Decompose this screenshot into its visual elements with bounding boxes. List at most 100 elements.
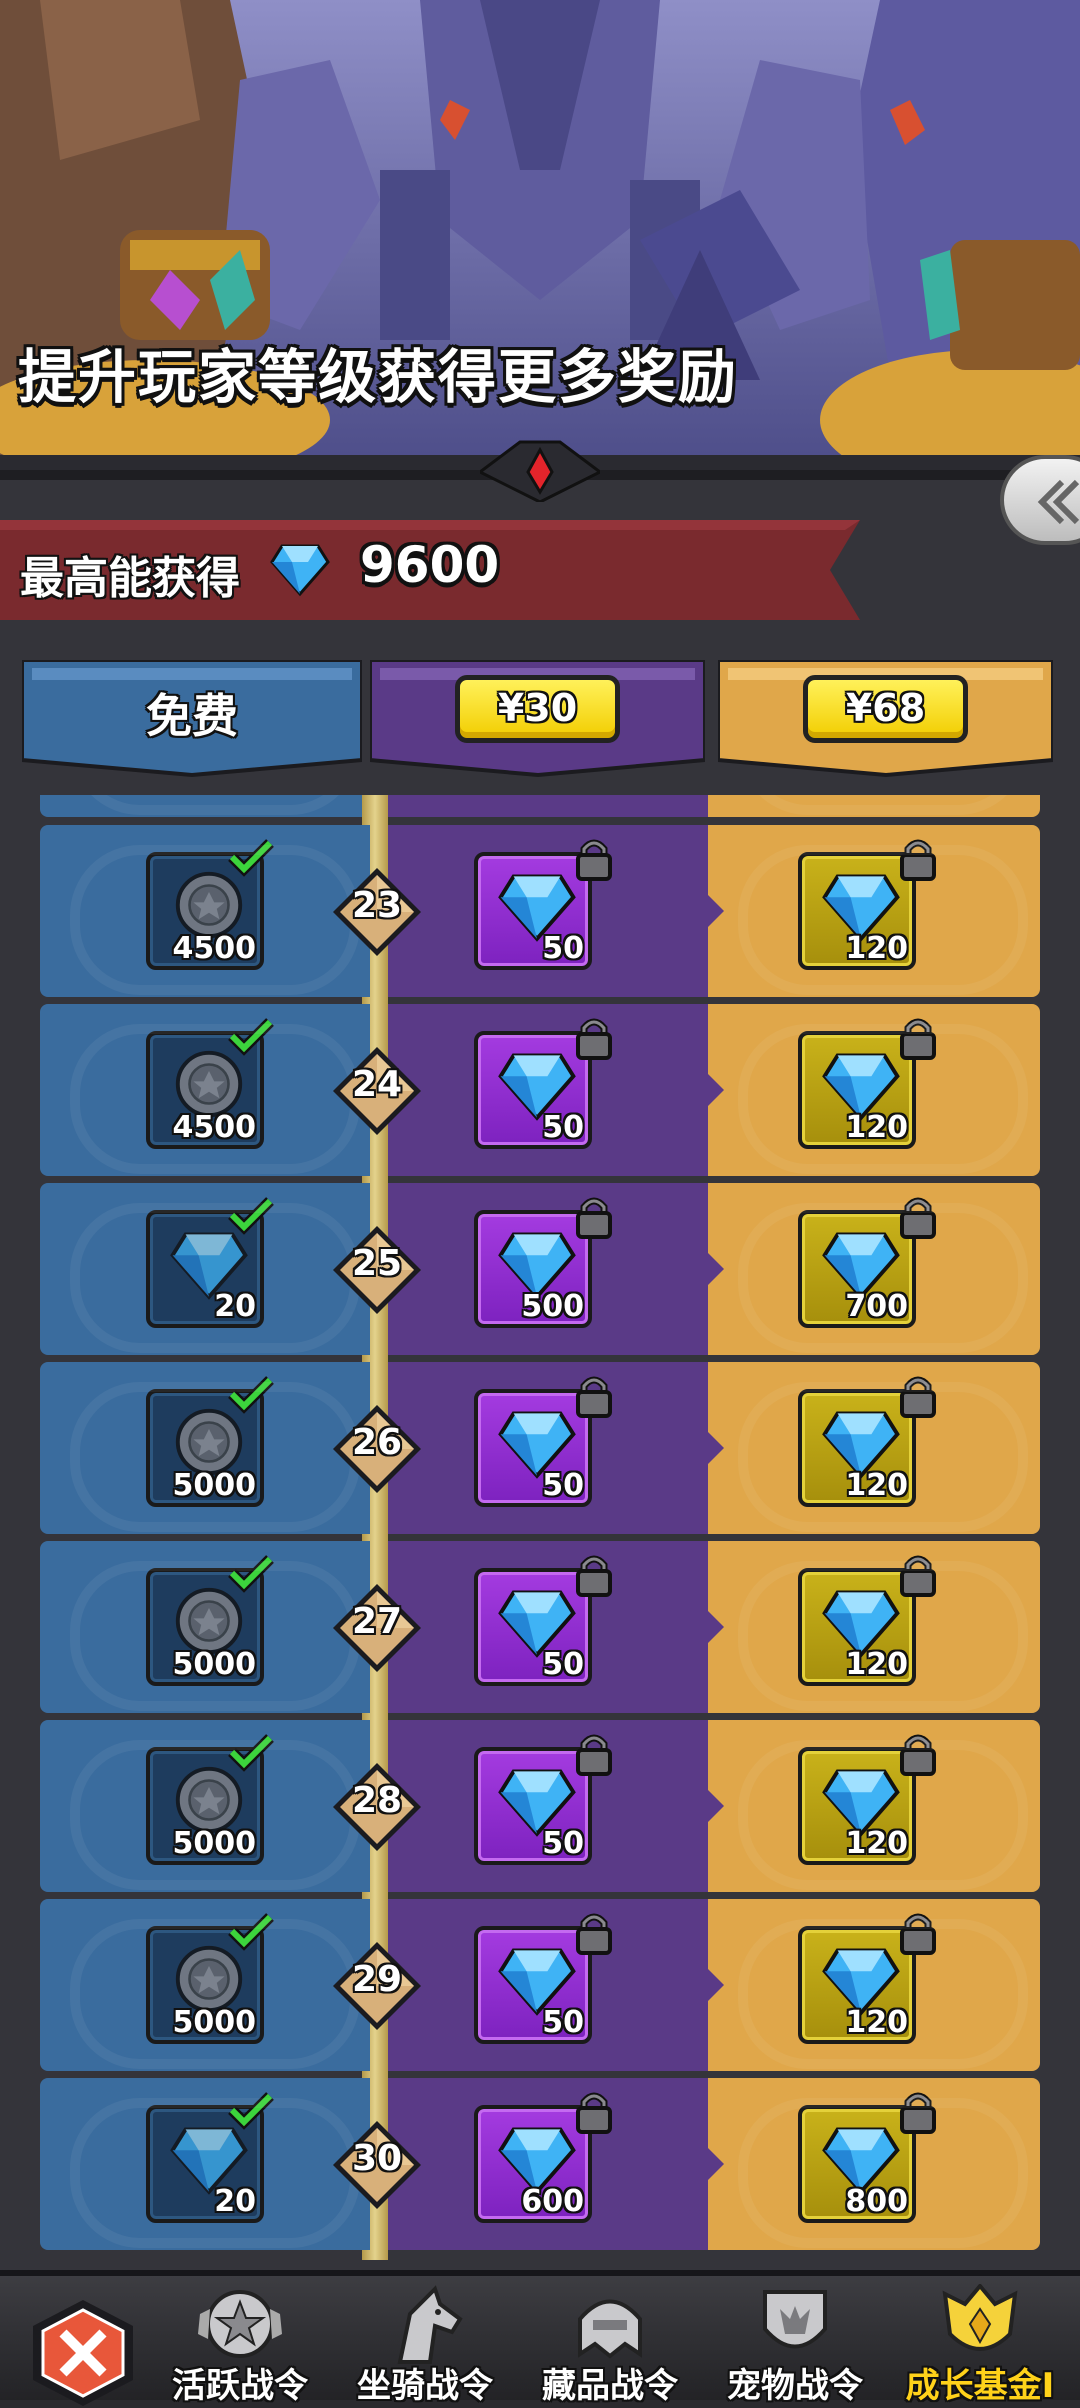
reward-row: 4500 50 120 24 xyxy=(40,1004,1040,1176)
buy-68-button[interactable]: ¥68 xyxy=(803,675,968,743)
level-badge: 30 xyxy=(330,2118,424,2212)
divider-arrow xyxy=(708,1790,724,1822)
diamond-icon xyxy=(822,1590,900,1658)
free-reward-cell[interactable]: 20 xyxy=(40,2078,370,2250)
t68-reward-cell[interactable]: 120 xyxy=(708,1362,1040,1534)
nav-tab-mount-pass[interactable]: 坐骑战令 xyxy=(335,2276,515,2406)
crossed-swords-close-icon[interactable] xyxy=(28,2298,138,2408)
t68-reward-slot[interactable]: 120 xyxy=(798,1389,916,1507)
t68-reward-cell[interactable]: 120 xyxy=(708,1899,1040,2071)
bottom-nav: 活跃战令 坐骑战令 藏品战令 宠物战令 成长基金I xyxy=(0,2270,1080,2406)
reward-amount: 20 xyxy=(214,1289,256,1324)
banner: 提升玩家等级获得更多奖励 xyxy=(0,0,1080,490)
lock-icon xyxy=(576,839,612,881)
t68-reward-cell[interactable]: 120 xyxy=(708,1541,1040,1713)
nav-tab-collection-pass[interactable]: 藏品战令 xyxy=(520,2276,700,2406)
reward-amount: 5000 xyxy=(172,1826,257,1861)
buy-30-button[interactable]: ¥30 xyxy=(455,675,620,743)
diamond-icon xyxy=(822,1948,900,2016)
banner-title: 提升玩家等级获得更多奖励 xyxy=(18,343,739,411)
reward-amount: 20 xyxy=(214,2184,256,2219)
t30-reward-cell[interactable]: 50 xyxy=(388,1004,708,1176)
t68-reward-slot[interactable]: 120 xyxy=(798,1747,916,1865)
reward-list[interactable]: 4500 50 120 23 4500 50 120 24 20 500 700 25 5000 50 12… xyxy=(40,795,1040,2260)
t68-reward-slot[interactable]: 120 xyxy=(798,1568,916,1686)
free-reward-cell[interactable]: 20 xyxy=(40,1183,370,1355)
shield-pet-icon xyxy=(763,2290,827,2349)
diamond-icon xyxy=(822,2127,900,2195)
check-icon xyxy=(228,1197,274,1235)
t68-reward-cell[interactable]: 120 xyxy=(708,1720,1040,1892)
diamond-icon xyxy=(822,874,900,942)
lock-icon xyxy=(576,1376,612,1418)
collapse-handle[interactable] xyxy=(1000,455,1080,545)
level-badge: 27 xyxy=(330,1581,424,1675)
level-number: 30 xyxy=(351,2138,403,2179)
free-reward-cell[interactable]: 5000 xyxy=(40,1362,370,1534)
free-reward-slot[interactable]: 20 xyxy=(146,1210,264,1328)
t30-reward-cell[interactable]: 500 xyxy=(388,1183,708,1355)
banner-artwork xyxy=(0,0,1080,490)
t68-reward-cell[interactable]: 120 xyxy=(708,1004,1040,1176)
t68-reward-cell[interactable]: 800 xyxy=(708,2078,1040,2250)
t30-reward-cell[interactable]: 50 xyxy=(388,1899,708,2071)
level-number: 26 xyxy=(351,1422,403,1463)
t68-reward-slot[interactable]: 120 xyxy=(798,852,916,970)
level-badge: 24 xyxy=(330,1044,424,1138)
free-reward-cell[interactable]: 5000 xyxy=(40,1720,370,1892)
free-reward-slot[interactable]: 4500 xyxy=(146,852,264,970)
coin-icon xyxy=(175,1587,243,1655)
level-number: 25 xyxy=(351,1243,403,1284)
check-icon xyxy=(228,1734,274,1772)
free-reward-slot[interactable]: 5000 xyxy=(146,1568,264,1686)
t68-reward-slot[interactable]: 120 xyxy=(798,1926,916,2044)
check-icon xyxy=(228,839,274,877)
reward-row: 4500 50 120 23 xyxy=(40,825,1040,997)
tier-header-68: ¥68 xyxy=(718,660,1053,780)
diamond-icon xyxy=(822,1232,900,1300)
t68-reward-cell[interactable]: 700 xyxy=(708,1183,1040,1355)
t30-reward-cell[interactable]: 600 xyxy=(388,2078,708,2250)
reward-amount: 5000 xyxy=(172,2005,257,2040)
nav-tab-growth-fund[interactable]: 成长基金I xyxy=(890,2276,1070,2406)
free-reward-slot[interactable]: 5000 xyxy=(146,1389,264,1507)
t68-reward-slot[interactable]: 700 xyxy=(798,1210,916,1328)
free-reward-slot[interactable]: 4500 xyxy=(146,1031,264,1149)
check-icon xyxy=(228,1913,274,1951)
reward-amount: 800 xyxy=(845,2184,908,2219)
lock-icon xyxy=(576,1018,612,1060)
golden-crest-icon xyxy=(942,2284,1018,2351)
reward-amount: 500 xyxy=(521,1289,584,1324)
free-reward-cell[interactable]: 5000 xyxy=(40,1541,370,1713)
t30-reward-cell[interactable]: 50 xyxy=(388,825,708,997)
star-badge-icon xyxy=(198,2290,282,2358)
free-reward-cell[interactable]: 4500 xyxy=(40,1004,370,1176)
max-reward-label: 最高能获得 xyxy=(20,553,240,604)
nav-tab-active-pass[interactable]: 活跃战令 xyxy=(150,2276,330,2406)
free-reward-cell[interactable]: 5000 xyxy=(40,1899,370,2071)
check-icon xyxy=(228,1018,274,1056)
reward-amount: 5000 xyxy=(172,1468,257,1503)
free-reward-slot[interactable]: 5000 xyxy=(146,1926,264,2044)
free-reward-slot[interactable]: 20 xyxy=(146,2105,264,2223)
level-badge: 26 xyxy=(330,1402,424,1496)
t68-reward-cell[interactable]: 120 xyxy=(708,825,1040,997)
t68-reward-slot[interactable]: 800 xyxy=(798,2105,916,2223)
divider-arrow xyxy=(708,895,724,927)
lock-icon xyxy=(900,1734,936,1776)
divider-arrow xyxy=(708,1432,724,1464)
lock-icon xyxy=(900,1376,936,1418)
t30-reward-cell[interactable]: 50 xyxy=(388,1720,708,1892)
tier-header-free: 免费 xyxy=(22,660,362,780)
free-reward-cell[interactable]: 4500 xyxy=(40,825,370,997)
free-reward-slot[interactable]: 5000 xyxy=(146,1747,264,1865)
lock-icon xyxy=(900,839,936,881)
level-badge: 29 xyxy=(330,1939,424,2033)
reward-amount: 120 xyxy=(845,931,908,966)
reward-row: 5000 50 120 28 xyxy=(40,1720,1040,1892)
max-reward-ribbon: 最高能获得 9600 xyxy=(0,520,860,620)
nav-tab-pet-pass[interactable]: 宠物战令 xyxy=(705,2276,885,2406)
t30-reward-cell[interactable]: 50 xyxy=(388,1541,708,1713)
t68-reward-slot[interactable]: 120 xyxy=(798,1031,916,1149)
t30-reward-cell[interactable]: 50 xyxy=(388,1362,708,1534)
